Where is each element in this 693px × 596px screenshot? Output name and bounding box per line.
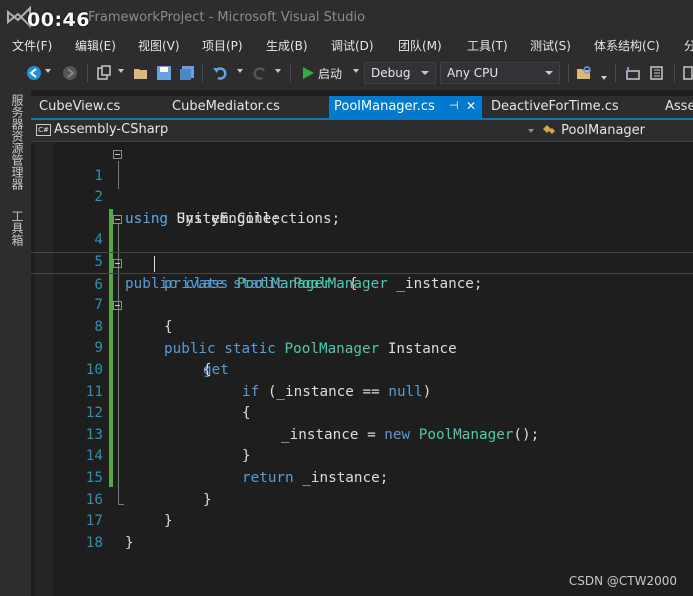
tab-label: CubeMediator.cs [172,99,280,114]
code-line: 2 using System.Collections; [31,166,693,227]
tab-cubemediator[interactable]: CubeMediator.cs [172,96,280,118]
start-button[interactable]: 启动 [318,65,342,82]
code-line: 1 using UnityEngine; [31,144,693,227]
code-line: 16 } [31,468,693,530]
code-line: 8 get [31,295,693,378]
type-name: PoolManager [561,123,646,138]
pin-tab-icon[interactable]: ⊣ [449,99,459,112]
open-file-icon[interactable] [133,65,149,81]
chevron-down-icon [421,71,429,75]
toolbox-tab[interactable]: 工具箱 [7,210,24,246]
menu-analyze[interactable]: 分 [684,37,693,54]
text-caret [154,256,155,272]
menu-file[interactable]: 文件(F) [12,37,52,54]
save-all-icon[interactable] [179,65,195,81]
tab-assembly[interactable]: Asse [665,96,693,118]
standard-toolbar: 启动 Debug Any CPU [0,56,693,90]
menu-edit[interactable]: 编辑(E) [75,37,116,54]
solution-configuration-value: Debug [371,66,411,80]
code-line: 13 } [31,403,693,465]
csharp-project-icon: C# [36,124,51,136]
collapse-icon[interactable] [113,259,122,268]
menu-debug[interactable]: 调试(D) [331,37,374,54]
code-line: 7 { [31,274,693,335]
solution-explorer-window-icon[interactable] [648,65,664,81]
project-name: Assembly-CSharp [54,122,169,137]
menu-team[interactable]: 团队(M) [398,37,442,54]
save-icon[interactable] [156,65,172,81]
find-in-files-icon[interactable] [576,65,592,81]
code-line: 10 if (_instance == null) [31,338,693,400]
code-line: 14 return _instance; [31,425,693,486]
new-project-icon[interactable] [96,65,112,81]
code-editor[interactable]: 1 using UnityEngine; 2 using System.Coll… [31,143,693,596]
overflow-toolbar-icon[interactable] [683,65,693,81]
tab-cubeview[interactable]: CubeView.cs [39,96,120,118]
code-line: 9 { [31,317,693,378]
tab-deactivefortime[interactable]: DeactiveForTime.cs [491,96,619,118]
tab-label: PoolManager.cs [334,99,435,114]
redo-icon[interactable] [252,65,268,81]
solution-platform-value: Any CPU [447,66,499,80]
side-panel-strip: 服务器资源管理器 工具箱 [0,90,31,596]
menu-tools[interactable]: 工具(T) [467,37,508,54]
class-icon [543,125,555,134]
project-dropdown[interactable]: C# Assembly-CSharp [36,122,536,140]
tab-label: DeactiveForTime.cs [491,99,619,114]
navigate-forward-icon[interactable] [62,65,78,81]
window-title: FrameworkProject - Microsoft Visual Stud… [88,10,366,25]
menu-view[interactable]: 视图(V) [138,37,180,54]
close-icon[interactable]: ✕ [466,99,476,113]
collapse-icon[interactable] [113,150,122,159]
type-dropdown[interactable]: PoolManager [541,122,691,140]
start-debugging-icon[interactable] [300,65,316,81]
undo-icon[interactable] [212,65,228,81]
navigation-bar: C# Assembly-CSharp PoolManager [31,120,693,142]
recording-timer: 00:46 [27,9,90,31]
navigate-back-icon[interactable] [26,65,42,81]
code-line: 11 { [31,360,693,422]
toolbox-window-icon[interactable] [625,65,641,81]
solution-platform-select[interactable]: Any CPU [440,62,560,84]
line-number: 2 [94,189,103,206]
menu-bar: 文件(F) 编辑(E) 视图(V) 项目(P) 生成(B) 调试(D) 团队(M… [0,36,693,56]
watermark: CSDN @CTW2000 [568,574,677,588]
server-explorer-tab[interactable]: 服务器资源管理器 [7,94,24,190]
menu-test[interactable]: 测试(S) [530,37,571,54]
code-line: 5 private static PoolManager _instance; [31,230,693,292]
collapse-icon[interactable] [113,214,122,224]
code-line: 4 public class PoolManager { [31,209,693,292]
tab-label: Asse [665,99,693,114]
code-line: 18 [31,511,693,551]
menu-project[interactable]: 项目(P) [202,37,243,54]
chevron-down-icon [545,71,553,75]
line-number: 18 [85,534,103,551]
menu-architecture[interactable]: 体系结构(C) [594,37,660,54]
code-line: 17 } [31,490,693,551]
chevron-down-icon [528,129,534,133]
menu-build[interactable]: 生成(B) [266,37,308,54]
code-line: 15 } [31,446,693,508]
code-line: 12 _instance = new PoolManager(); [31,382,693,443]
tab-poolmanager[interactable]: PoolManager.cs ⊣ ✕ [329,96,482,118]
document-tabs: CubeView.cs CubeMediator.cs PoolManager.… [31,96,693,118]
solution-configuration-select[interactable]: Debug [364,62,436,84]
code-line-current: 6 public static PoolManager Instance [31,252,693,357]
tab-label: CubeView.cs [39,99,121,114]
title-bar: 00:46 FrameworkProject - Microsoft Visua… [0,0,693,36]
collapse-icon[interactable] [113,301,122,311]
